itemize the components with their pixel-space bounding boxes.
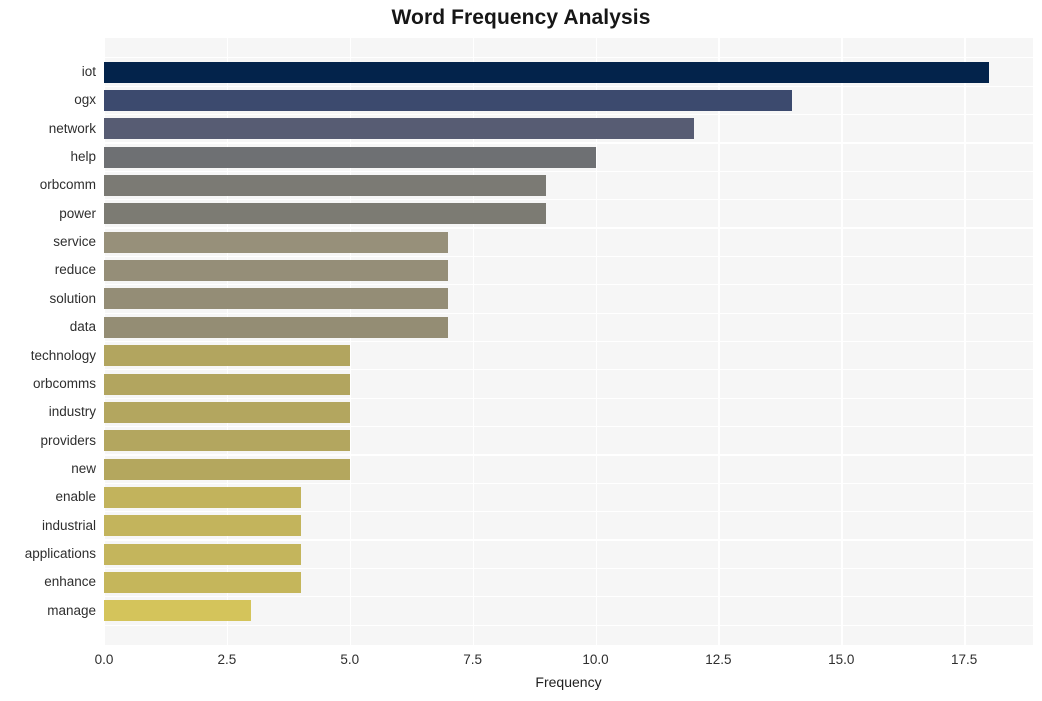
y-tick-label-technology: technology (30, 347, 96, 363)
bar-enable[interactable] (104, 487, 301, 508)
bar-row[interactable] (104, 398, 1033, 426)
bar-providers[interactable] (104, 430, 350, 452)
bar-row[interactable] (104, 568, 1033, 596)
bar-enhance[interactable] (104, 572, 301, 594)
y-tick-label-network: network (48, 120, 96, 136)
x-tick-label: 2.5 (217, 652, 237, 667)
page-title: Word Frequency Analysis (391, 6, 651, 29)
bar-applications[interactable] (104, 543, 301, 565)
y-tick-label-enable: enable (55, 489, 96, 505)
bar-row[interactable] (104, 455, 1033, 483)
bar-industrial[interactable] (104, 515, 301, 537)
bar-row[interactable] (104, 86, 1033, 114)
bar-row[interactable] (104, 483, 1033, 511)
x-axis-label: Frequency (535, 674, 602, 690)
y-tick-label-providers: providers (40, 432, 96, 448)
y-tick-label-iot: iot (81, 63, 96, 79)
bar-ogx[interactable] (104, 89, 793, 111)
bar-row[interactable] (104, 115, 1033, 143)
bar-technology[interactable] (104, 345, 350, 367)
bar-help[interactable] (104, 146, 596, 168)
x-tick-label: 0.0 (94, 652, 114, 667)
y-tick-label-applications: applications (24, 546, 96, 562)
bar-row[interactable] (104, 427, 1033, 455)
bar-new[interactable] (104, 458, 350, 480)
y-tick-label-service: service (53, 234, 96, 250)
bar-solution[interactable] (104, 288, 449, 310)
y-tick-label-help: help (70, 148, 96, 164)
plot-area (104, 38, 1033, 645)
x-tick-label: 5.0 (340, 652, 360, 667)
y-tick-label-reduce: reduce (54, 262, 96, 278)
bar-iot[interactable] (104, 61, 989, 83)
bar-manage[interactable] (104, 600, 252, 622)
bar-power[interactable] (104, 203, 547, 225)
bar-row[interactable] (104, 597, 1033, 625)
bar-row[interactable] (104, 171, 1033, 199)
x-tick-label: 15.0 (828, 652, 855, 667)
y-tick-label-new: new (71, 460, 96, 476)
bar-industry[interactable] (104, 401, 350, 423)
y-tick-label-manage: manage (47, 602, 96, 618)
bar-row[interactable] (104, 285, 1033, 313)
bar-row[interactable] (104, 143, 1033, 171)
y-axis-ticks: iot ogx network help orbcomm power service redu… (0, 38, 96, 645)
bar-row[interactable] (104, 200, 1033, 228)
y-tick-label-enhance: enhance (44, 574, 96, 590)
x-tick-label: 12.5 (705, 652, 732, 667)
bar-row[interactable] (104, 342, 1033, 370)
bar-row[interactable] (104, 58, 1033, 86)
bar-service[interactable] (104, 231, 449, 253)
y-tick-label-orbcomm: orbcomm (39, 177, 96, 193)
x-tick-label: 17.5 (951, 652, 978, 667)
bar-row[interactable] (104, 256, 1033, 284)
bar-network[interactable] (104, 118, 694, 140)
bar-row[interactable] (104, 313, 1033, 341)
bar-data[interactable] (104, 316, 449, 338)
y-tick-label-power: power (59, 205, 96, 221)
x-tick-label: 10.0 (582, 652, 609, 667)
bar-reduce[interactable] (104, 260, 449, 282)
y-tick-label-solution: solution (49, 290, 96, 306)
bar-row[interactable] (104, 370, 1033, 398)
y-tick-label-ogx: ogx (74, 92, 96, 108)
chart-figure: Word Frequency Analysis iot ogx network hel… (0, 0, 1042, 701)
bar-orbcomm[interactable] (104, 175, 547, 196)
y-tick-label-orbcomms: orbcomms (32, 375, 96, 391)
bar-row[interactable] (104, 512, 1033, 540)
x-tick-label: 7.5 (463, 652, 483, 667)
bar-row[interactable] (104, 228, 1033, 256)
y-tick-label-industry: industry (48, 404, 96, 420)
bar-orbcomms[interactable] (104, 373, 350, 395)
y-tick-label-industrial: industrial (41, 517, 96, 533)
bar-row[interactable] (104, 540, 1033, 568)
x-axis-ticks: 0.0 2.5 5.0 7.5 10.0 12.5 15.0 17.5 (95, 645, 1033, 671)
y-tick-label-data: data (69, 319, 96, 335)
